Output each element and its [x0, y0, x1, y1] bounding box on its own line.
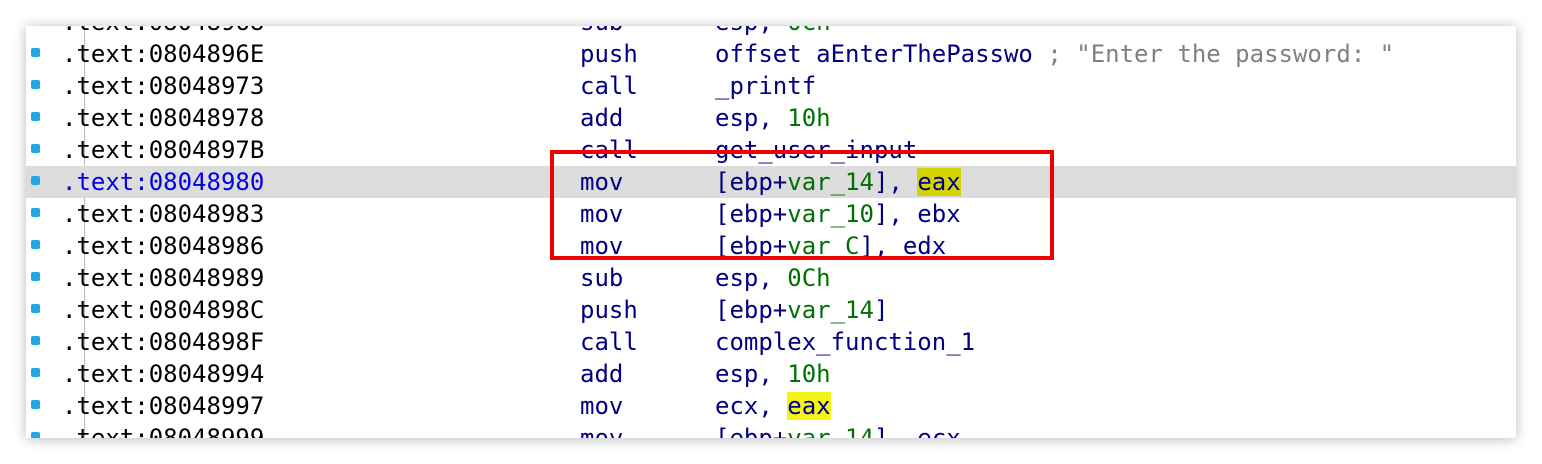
- bullet-icon: [31, 432, 40, 438]
- address-label[interactable]: .text:08048973: [62, 70, 264, 102]
- operand-token[interactable]: eax: [787, 392, 831, 420]
- operand-token[interactable]: [ebp+: [715, 424, 787, 438]
- operand-token[interactable]: 10h: [787, 104, 830, 132]
- operands[interactable]: esp, 10h: [715, 358, 831, 390]
- listing-row[interactable]: .text:08048989 sub esp, 0Ch: [26, 262, 1516, 294]
- operands[interactable]: ecx, eax: [715, 390, 831, 422]
- listing-row[interactable]: .text:08048978 add esp, 10h: [26, 102, 1516, 134]
- operand-token[interactable]: offset aEnterThePasswo: [715, 40, 1047, 68]
- bullet-icon: [31, 240, 40, 249]
- listing-row[interactable]: .text:08048994 add esp, 10h: [26, 358, 1516, 390]
- address-label[interactable]: .text:0804898F: [62, 326, 264, 358]
- address-label[interactable]: .text:08048968: [62, 26, 264, 38]
- mnemonic[interactable]: sub: [580, 262, 623, 294]
- bullet-icon: [31, 272, 40, 281]
- listing-row[interactable]: .text:08048973 call _printf: [26, 70, 1516, 102]
- operand-token[interactable]: _printf: [715, 72, 816, 100]
- annotation-highlight-box: [550, 150, 1054, 260]
- bullet-icon: [31, 80, 40, 89]
- operand-token[interactable]: 0Ch: [787, 26, 830, 36]
- operand-token[interactable]: esp,: [715, 104, 787, 132]
- mnemonic[interactable]: call: [580, 70, 638, 102]
- operand-token[interactable]: 0Ch: [787, 264, 830, 292]
- address-label[interactable]: .text:08048983: [62, 198, 264, 230]
- address-label[interactable]: .text:08048994: [62, 358, 264, 390]
- address-label[interactable]: .text:08048978: [62, 102, 264, 134]
- operand-token[interactable]: esp,: [715, 360, 787, 388]
- mnemonic[interactable]: push: [580, 294, 638, 326]
- operand-token[interactable]: [ebp+: [715, 296, 787, 324]
- bullet-icon: [31, 208, 40, 217]
- address-label[interactable]: .text:08048997: [62, 390, 264, 422]
- bullet-icon: [31, 304, 40, 313]
- mnemonic[interactable]: mov: [580, 390, 623, 422]
- operand-token[interactable]: var_14: [787, 424, 874, 438]
- operand-token[interactable]: ], ecx: [874, 424, 961, 438]
- operands[interactable]: offset aEnterThePasswo ; "Enter the pass…: [715, 38, 1394, 70]
- bullet-icon: [31, 368, 40, 377]
- address-label[interactable]: .text:08048986: [62, 230, 264, 262]
- mnemonic[interactable]: call: [580, 326, 638, 358]
- operands[interactable]: [ebp+var_14], ecx: [715, 422, 961, 438]
- address-label[interactable]: .text:0804897B: [62, 134, 264, 166]
- address-label[interactable]: .text:08048999: [62, 422, 264, 438]
- mnemonic[interactable]: mov: [580, 422, 623, 438]
- address-label[interactable]: .text:08048989: [62, 262, 264, 294]
- address-label[interactable]: .text:0804896E: [62, 38, 264, 70]
- mnemonic[interactable]: add: [580, 102, 623, 134]
- operand-token[interactable]: complex_function_1: [715, 328, 975, 356]
- mnemonic[interactable]: sub: [580, 26, 623, 38]
- bullet-icon: [31, 112, 40, 121]
- listing-row[interactable]: .text:08048997 mov ecx, eax: [26, 390, 1516, 422]
- operand-token[interactable]: ecx,: [715, 392, 787, 420]
- disassembly-view[interactable]: .text:08048968 sub esp, 0Ch .text:0804896E p…: [26, 26, 1516, 438]
- listing-row[interactable]: .text:08048999 mov [ebp+var_14], ecx: [26, 422, 1516, 438]
- operands[interactable]: _printf: [715, 70, 816, 102]
- bullet-icon: [31, 48, 40, 57]
- operand-token[interactable]: 10h: [787, 360, 830, 388]
- listing-row[interactable]: .text:0804896E push offset aEnterThePasswo…: [26, 38, 1516, 70]
- operand-token[interactable]: var_14: [787, 296, 874, 324]
- bullet-icon: [31, 176, 40, 185]
- bullet-icon: [31, 144, 40, 153]
- operands[interactable]: [ebp+var_14]: [715, 294, 888, 326]
- bullet-icon: [31, 400, 40, 409]
- address-label[interactable]: .text:08048980: [62, 166, 264, 198]
- operands[interactable]: esp, 0Ch: [715, 26, 831, 38]
- bullet-icon: [31, 336, 40, 345]
- mnemonic[interactable]: add: [580, 358, 623, 390]
- operand-token[interactable]: esp,: [715, 26, 787, 36]
- operands[interactable]: esp, 0Ch: [715, 262, 831, 294]
- address-label[interactable]: .text:0804898C: [62, 294, 264, 326]
- operand-token[interactable]: ; "Enter the password: ": [1047, 40, 1394, 68]
- listing-row[interactable]: .text:08048968 sub esp, 0Ch: [26, 26, 1516, 38]
- listing-row[interactable]: .text:0804898C push [ebp+var_14]: [26, 294, 1516, 326]
- operand-token[interactable]: esp,: [715, 264, 787, 292]
- mnemonic[interactable]: push: [580, 38, 638, 70]
- operands[interactable]: complex_function_1: [715, 326, 975, 358]
- operands[interactable]: esp, 10h: [715, 102, 831, 134]
- operand-token[interactable]: ]: [874, 296, 888, 324]
- listing-row[interactable]: .text:0804898F call complex_function_1: [26, 326, 1516, 358]
